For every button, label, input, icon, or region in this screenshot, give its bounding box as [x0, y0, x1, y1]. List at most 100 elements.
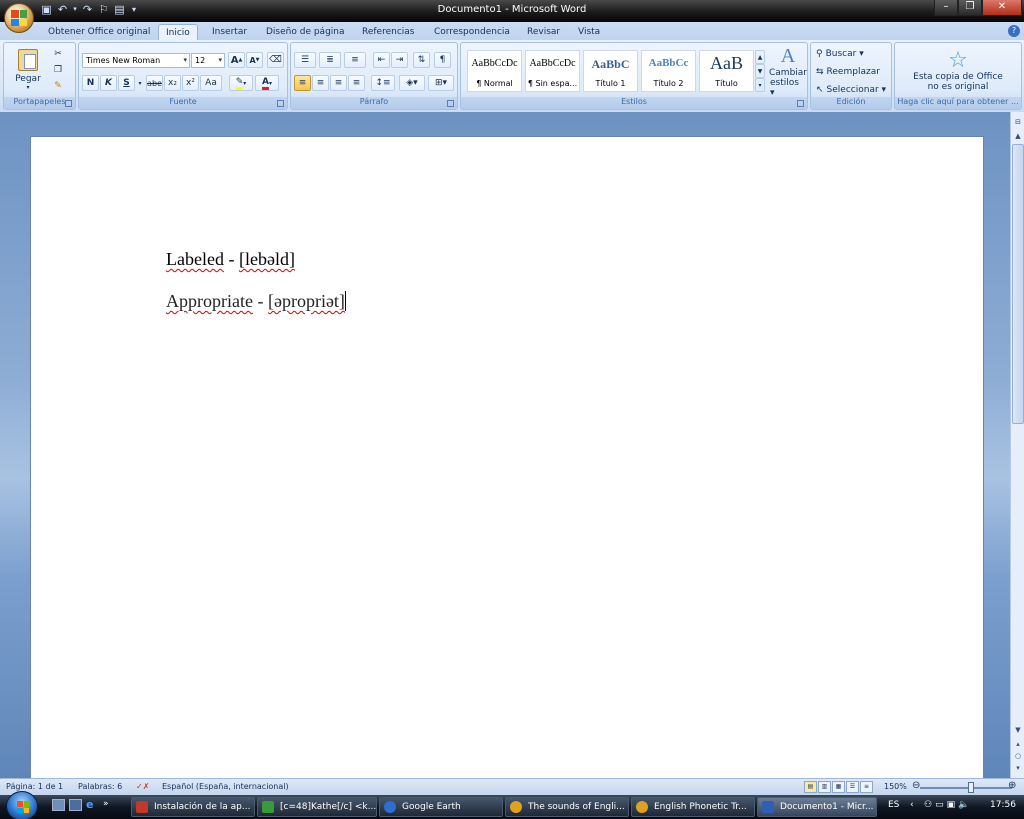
show-desktop-icon[interactable] — [52, 799, 65, 811]
style-titulo[interactable]: AaB Título — [699, 50, 754, 92]
bold-button[interactable]: N — [82, 75, 99, 91]
multilevel-list-icon[interactable]: ≡ — [344, 52, 366, 68]
ipa-transcription[interactable]: [əpropriət] — [268, 291, 345, 311]
full-screen-view-icon[interactable]: ▥ — [818, 781, 831, 793]
zoom-slider[interactable] — [920, 787, 1012, 789]
style-titulo-1[interactable]: AaBbC Título 1 — [583, 50, 638, 92]
clipboard-launcher-icon[interactable] — [65, 100, 72, 107]
style-sin-espaciado[interactable]: AaBbCcDc ¶ Sin espa... — [525, 50, 580, 92]
style-titulo-2[interactable]: AaBbCc Título 2 — [641, 50, 696, 92]
zoom-in-icon[interactable]: ⊕ — [1008, 780, 1016, 791]
decrease-indent-icon[interactable]: ⇤ — [373, 52, 390, 68]
underline-dropdown-icon[interactable]: ▾ — [136, 75, 144, 91]
print-layout-view-icon[interactable]: ▤ — [804, 781, 817, 793]
battery-icon[interactable]: ▭ — [935, 800, 944, 810]
web-layout-view-icon[interactable]: ▦ — [832, 781, 845, 793]
change-styles-button[interactable]: A Cambiar estilos ▾ — [769, 45, 807, 98]
align-center-icon[interactable]: ≡ — [312, 75, 329, 91]
show-marks-icon[interactable]: ¶ — [434, 52, 451, 68]
align-right-icon[interactable]: ≡ — [330, 75, 347, 91]
font-size-dropdown[interactable]: 12 — [191, 53, 225, 68]
more-quicklaunch-icon[interactable]: » — [103, 799, 109, 811]
tab-obtener-office[interactable]: Obtener Office original — [48, 24, 150, 40]
tab-referencias[interactable]: Referencias — [362, 24, 415, 40]
tab-vista[interactable]: Vista — [578, 24, 600, 40]
proofing-icon[interactable]: ✓✗ — [136, 782, 149, 791]
superscript-button[interactable]: x² — [182, 75, 199, 91]
start-button[interactable] — [6, 791, 38, 819]
document-line-2[interactable]: Appropriate - [əpropriət] — [166, 291, 346, 312]
genuine-office-group-label[interactable]: Haga clic aquí para obtener ... — [895, 97, 1021, 109]
tab-insertar[interactable]: Insertar — [212, 24, 247, 40]
ipa-transcription[interactable]: [lebəld] — [239, 249, 295, 269]
draft-view-icon[interactable]: ≡ — [860, 781, 873, 793]
format-painter-icon[interactable]: ✎ — [50, 79, 66, 93]
monitor-icon[interactable]: ▣ — [947, 800, 956, 810]
grow-font-button[interactable]: A ▲ — [228, 52, 245, 68]
previous-page-icon[interactable]: ▴ — [1012, 738, 1024, 750]
find-button[interactable]: ⚲ Buscar ▾ — [815, 46, 865, 61]
numbering-icon[interactable]: ≣ — [319, 52, 341, 68]
clock[interactable]: 17:56 — [990, 800, 1016, 810]
page-count[interactable]: Página: 1 de 1 — [6, 782, 63, 791]
internet-explorer-icon[interactable]: e — [86, 799, 99, 811]
bullets-icon[interactable]: ☰ — [294, 52, 316, 68]
network-icon[interactable]: ⚇ — [924, 800, 932, 810]
tray-expand-icon[interactable]: ‹ — [910, 800, 914, 810]
taskbar-item-word[interactable]: Documento1 - Micr... — [757, 797, 877, 817]
browse-object-icon[interactable]: ○ — [1012, 750, 1024, 762]
switch-windows-icon[interactable] — [69, 799, 82, 811]
tab-inicio[interactable]: Inicio — [158, 24, 198, 40]
ruler-toggle-icon[interactable]: ⊟ — [1012, 116, 1024, 128]
scroll-thumb[interactable] — [1012, 144, 1024, 424]
scroll-up-icon[interactable]: ▲ — [1012, 130, 1024, 142]
justify-icon[interactable]: ≡ — [348, 75, 365, 91]
taskbar-item-phonetic[interactable]: English Phonetic Tr... — [631, 797, 755, 817]
tab-correspondencia[interactable]: Correspondencia — [434, 24, 510, 40]
paragraph-launcher-icon[interactable] — [447, 100, 454, 107]
underline-button[interactable]: S — [118, 75, 135, 91]
shading-icon[interactable]: ◈▾ — [399, 75, 425, 91]
genuine-office-button[interactable]: ☆ Esta copia de Office no es original — [899, 45, 1017, 97]
paste-button[interactable]: Pegar ▾ — [10, 45, 46, 95]
language-indicator[interactable]: ES — [888, 800, 899, 810]
change-case-button[interactable]: Aa — [200, 75, 222, 91]
tab-revisar[interactable]: Revisar — [527, 24, 560, 40]
highlight-button[interactable]: ✎ ▾ — [229, 75, 253, 91]
minimize-button[interactable]: – — [934, 0, 958, 16]
select-button[interactable]: ↖ Seleccionar ▾ — [815, 82, 887, 97]
zoom-slider-knob[interactable] — [968, 782, 974, 793]
taskbar-item-messenger[interactable]: [c=48]Kathe[/c] <k... — [257, 797, 377, 817]
styles-launcher-icon[interactable] — [797, 100, 804, 107]
cut-icon[interactable]: ✂ — [50, 47, 66, 61]
misspelled-word[interactable]: Labeled — [166, 249, 224, 269]
word-count[interactable]: Palabras: 6 — [78, 782, 122, 791]
taskbar-item-install[interactable]: Instalación de la ap... — [131, 797, 255, 817]
strikethrough-button[interactable]: abe — [146, 75, 163, 91]
line-spacing-icon[interactable]: ↕≡ — [371, 75, 395, 91]
font-launcher-icon[interactable] — [277, 100, 284, 107]
styles-more-icon[interactable]: ▾ — [755, 78, 765, 92]
volume-icon[interactable]: 🔈 — [958, 800, 969, 810]
vertical-scrollbar[interactable]: ⊟ ▲ ▼ ▴ ○ ▾ — [1010, 112, 1024, 778]
misspelled-word[interactable]: Appropriate — [166, 291, 253, 311]
italic-button[interactable]: K — [100, 75, 117, 91]
document-line-1[interactable]: Labeled - [lebəld] — [166, 249, 295, 270]
style-normal[interactable]: AaBbCcDc ¶ Normal — [467, 50, 522, 92]
taskbar-item-sounds-english[interactable]: The sounds of Engli... — [505, 797, 629, 817]
borders-icon[interactable]: ⊞▾ — [428, 75, 454, 91]
office-button[interactable] — [4, 3, 34, 33]
document-page[interactable]: Labeled - [lebəld] Appropriate - [əpropr… — [30, 136, 984, 786]
tab-diseno-pagina[interactable]: Diseño de página — [266, 24, 345, 40]
outline-view-icon[interactable]: ☰ — [846, 781, 859, 793]
styles-scroll-up-icon[interactable]: ▲ — [755, 50, 765, 64]
styles-scroll-down-icon[interactable]: ▼ — [755, 64, 765, 78]
zoom-out-icon[interactable]: ⊖ — [912, 780, 920, 791]
language-status[interactable]: Español (España, internacional) — [162, 782, 289, 791]
replace-button[interactable]: ⇆ Reemplazar — [815, 64, 881, 79]
align-left-icon[interactable]: ≡ — [294, 75, 311, 91]
sort-icon[interactable]: ⇅ — [413, 52, 430, 68]
font-color-button[interactable]: A ▾ — [255, 75, 279, 91]
maximize-button[interactable]: ❐ — [958, 0, 982, 16]
next-page-icon[interactable]: ▾ — [1012, 762, 1024, 774]
